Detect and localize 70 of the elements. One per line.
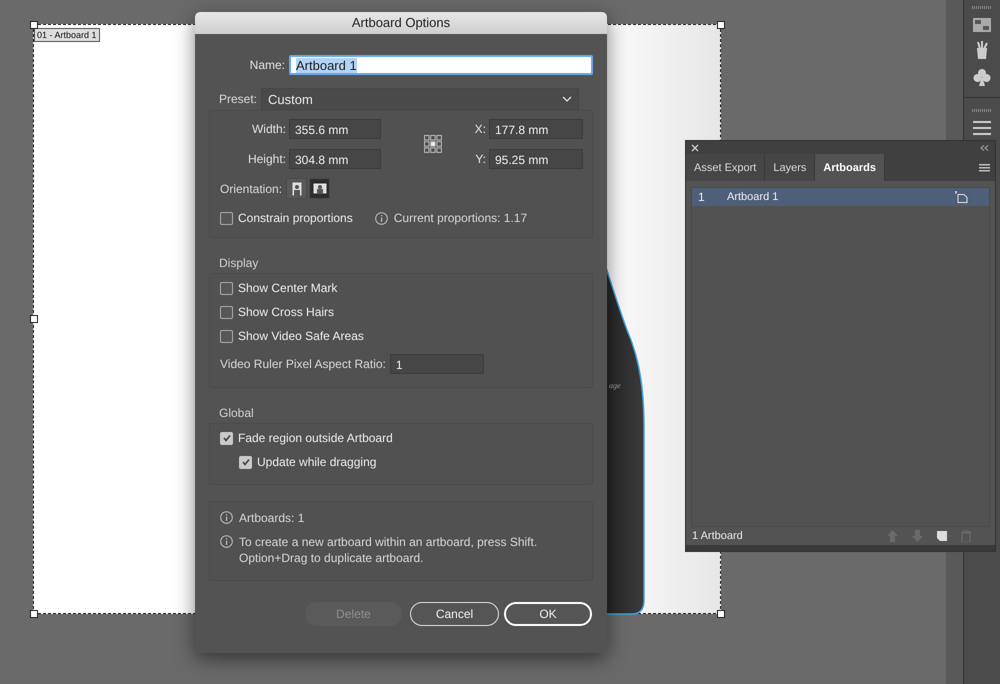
panel-tab[interactable]: Asset Export <box>686 154 766 181</box>
portrait-button[interactable] <box>286 178 308 199</box>
grip-icon[interactable] <box>972 109 992 112</box>
artboard-name: Artboard 1 <box>726 191 780 203</box>
cancel-button[interactable]: Cancel <box>410 602 499 626</box>
panel-tab[interactable]: Layers <box>765 154 816 181</box>
collapse-icon[interactable] <box>980 144 989 150</box>
lines-icon[interactable] <box>973 121 991 135</box>
info-icon <box>220 511 233 524</box>
row-number: 1 <box>697 190 706 204</box>
field-label: Height: <box>246 152 286 166</box>
club-icon[interactable] <box>973 68 991 86</box>
close-icon[interactable] <box>691 144 699 152</box>
checkbox[interactable] <box>220 282 233 294</box>
checkbox[interactable] <box>220 306 233 318</box>
portrait-icon <box>292 182 302 196</box>
checkbox[interactable] <box>220 330 233 342</box>
section-heading: Global <box>219 406 255 420</box>
bottle-text: age <box>609 381 621 390</box>
checkbox-label: Constrain proportions <box>238 211 353 225</box>
info-text: Artboards: 1 <box>239 510 306 526</box>
selection-handle[interactable] <box>717 610 725 618</box>
width-field[interactable]: 355.6 mm <box>289 119 381 139</box>
checkbox[interactable] <box>220 212 233 224</box>
ok-button[interactable]: OK <box>504 602 592 626</box>
checkbox-label: Show Video Safe Areas <box>238 329 364 343</box>
grip-icon[interactable] <box>972 6 992 9</box>
checkbox-label: Show Center Mark <box>238 281 338 295</box>
field-label: Width: <box>250 122 286 136</box>
selected-text: Artboard 1 <box>296 58 357 73</box>
checkbox[interactable] <box>239 456 252 468</box>
field-label: Orientation: <box>220 182 282 196</box>
dialog-title: Artboard Options <box>195 12 607 34</box>
selection-handle[interactable] <box>30 610 38 618</box>
swatches-icon[interactable] <box>973 18 991 32</box>
name-field[interactable]: Artboard 1 <box>289 55 593 75</box>
info-icon <box>374 212 388 224</box>
field-label: Video Ruler Pixel Aspect Ratio: <box>220 357 386 371</box>
section-heading: Display <box>219 256 260 270</box>
preset-dropdown[interactable]: Custom <box>261 88 579 110</box>
proportions-text: Current proportions: 1.17 <box>394 211 528 225</box>
artboard-row[interactable]: 1 Artboard 1 <box>692 188 989 206</box>
artboard-label: 01 - Artboard 1 <box>34 28 100 42</box>
artboard-options-icon[interactable] <box>955 191 969 203</box>
y-field[interactable]: 95.25 mm <box>489 149 583 169</box>
field-label: X: <box>474 122 486 136</box>
x-field[interactable]: 177.8 mm <box>489 119 583 139</box>
reference-point-icon[interactable] <box>424 135 442 153</box>
chevron-icon <box>562 96 572 102</box>
selection-handle[interactable] <box>717 21 725 29</box>
checkbox-label: Update while dragging <box>257 455 376 469</box>
checkbox[interactable] <box>220 432 233 444</box>
brushes-icon[interactable] <box>974 41 990 59</box>
field-label: Preset: <box>219 92 258 106</box>
selection-handle[interactable] <box>30 21 38 29</box>
landscape-button[interactable] <box>309 178 330 199</box>
height-field[interactable]: 304.8 mm <box>289 149 381 169</box>
checkbox-label: Fade region outside Artboard <box>238 431 393 445</box>
field-label: Name: <box>248 58 285 72</box>
selection-handle[interactable] <box>30 315 38 323</box>
field-label: Y: <box>474 152 486 166</box>
info-text: To create a new artboard within an artboard, press Shift. Option+Drag to duplicate artboard. <box>239 534 538 566</box>
info-icon <box>220 535 233 548</box>
menu-icon[interactable] <box>979 164 990 172</box>
artboard-count: 1 Artboard <box>692 530 743 542</box>
landscape-icon <box>312 183 327 194</box>
new-artboard-icon[interactable] <box>937 531 947 541</box>
ratio-field[interactable]: 1 <box>390 354 484 374</box>
panel-tab[interactable]: Artboards <box>815 154 885 181</box>
checkbox-label: Show Cross Hairs <box>238 305 334 319</box>
